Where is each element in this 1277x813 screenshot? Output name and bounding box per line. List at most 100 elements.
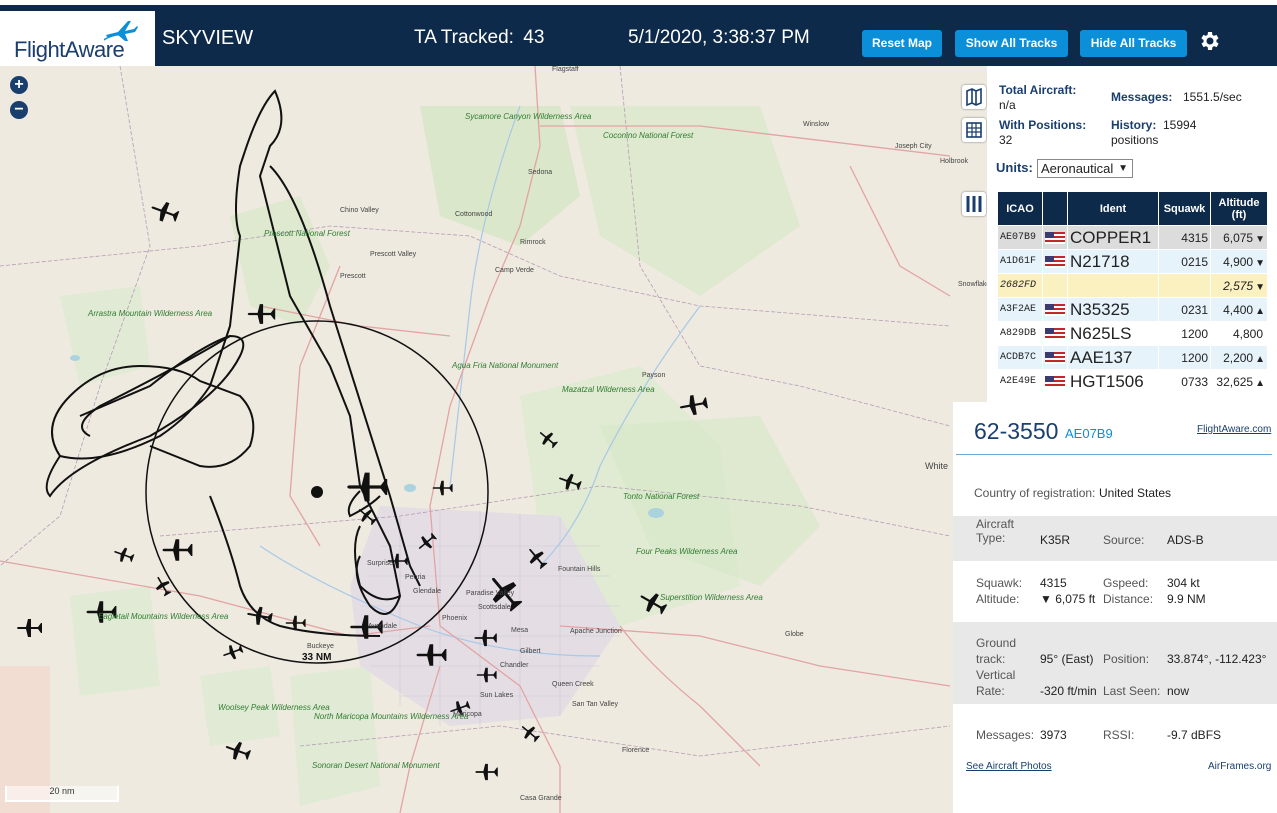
position-value: 33.874°, -112.423° [1167, 652, 1267, 666]
column-header-icao[interactable]: ICAO [997, 191, 1043, 226]
detail-messages-value: 3973 [1040, 728, 1067, 742]
icao-cell: A829DB [997, 321, 1043, 346]
total-aircraft-label: Total Aircraft: [999, 83, 1077, 97]
us-flag-icon [1045, 304, 1065, 317]
rssi-label: RSSI: [1103, 728, 1135, 742]
place-label: Chandler [500, 662, 529, 669]
messages-value: 1551.5/sec [1183, 90, 1242, 104]
altitude-cell: 2,575 ▼ [1210, 273, 1268, 298]
flag-cell [1042, 249, 1068, 274]
ident-cell: COPPER1 [1067, 225, 1159, 250]
ta-tracked-label: TA Tracked: [414, 27, 514, 48]
flag-cell [1042, 345, 1068, 370]
place-label: Camp Verde [495, 267, 534, 274]
reset-map-button[interactable]: Reset Map [862, 30, 942, 57]
altitude-cell: 2,200 ▲ [1210, 345, 1268, 370]
settings-gear-icon[interactable] [1197, 29, 1221, 53]
zoom-in-button[interactable]: + [10, 76, 28, 94]
airframes-link[interactable]: AirFrames.org [1208, 761, 1271, 772]
us-flag-icon [1045, 232, 1065, 245]
column-header-squawk[interactable]: Squawk [1158, 191, 1211, 226]
squawk-cell: 0231 [1158, 297, 1211, 322]
place-label: Flagstaff [552, 66, 579, 73]
squawk-cell [1158, 273, 1211, 298]
place-label: Fountain Hills [558, 566, 601, 573]
place-label: Payson [642, 372, 665, 379]
ground-track-label: Ground track: [976, 636, 1017, 666]
table-row[interactable]: A3F2AE N35325 0231 4,400 ▲ [997, 297, 1268, 322]
table-row[interactable]: AE07B9 COPPER1 4315 6,075 ▼ [997, 225, 1268, 250]
place-label: Phoenix [442, 615, 468, 622]
altitude-trend-icon: ▲ [1255, 353, 1265, 365]
column-header-flag[interactable] [1042, 191, 1068, 226]
table-row[interactable]: 2682FD 2,575 ▼ [997, 273, 1268, 298]
last-seen-label: Last Seen: [1103, 684, 1161, 698]
detail-messages-label: Messages: [976, 728, 1035, 742]
ident-cell: N21718 [1067, 249, 1159, 274]
squawk-cell: 0733 [1158, 369, 1211, 394]
table-row[interactable]: A1D61F N21718 0215 4,900 ▼ [997, 249, 1268, 274]
altitude-trend-icon: ▲ [1255, 377, 1265, 389]
altitude-value: 4,900 [1223, 254, 1254, 269]
squawk-cell: 1200 [1158, 321, 1211, 346]
us-flag-icon [1045, 352, 1065, 365]
with-positions-label: With Positions: [999, 118, 1087, 132]
altitude-cell: 4,400 ▲ [1210, 297, 1268, 322]
altitude-label: Altitude: [976, 592, 1020, 606]
ident-cell: AAE137 [1067, 345, 1159, 370]
table-row[interactable]: A829DB N625LS 1200 4,800 [997, 321, 1268, 346]
altitude-cell: 6,075 ▼ [1210, 225, 1268, 250]
map-layer-toggle[interactable] [962, 85, 986, 109]
aircraft-type-row: Aircraft Type: K35R Source: ADS-B [953, 516, 1277, 561]
units-selected-value: Aeronautical [1041, 161, 1114, 176]
detail-title: 62-3550 [974, 418, 1059, 444]
detail-icao: AE07B9 [1065, 426, 1113, 441]
ta-tracked-count: 43 [523, 27, 545, 48]
flightaware-link[interactable]: FlightAware.com [1197, 424, 1271, 435]
place-label: Holbrook [940, 158, 969, 165]
us-flag-icon [1045, 256, 1065, 269]
place-label: Gilbert [520, 648, 541, 655]
table-row[interactable]: ACDB7C AAE137 1200 2,200 ▲ [997, 345, 1268, 370]
gspeed-label: Gspeed: [1103, 576, 1149, 590]
grid-toggle[interactable] [962, 118, 986, 142]
area-label: Tonto National Forest [623, 492, 700, 501]
area-label: Sycamore Canyon Wilderness Area [465, 112, 592, 121]
place-label: Apache Junction [570, 628, 622, 635]
place-label: Sun Lakes [480, 692, 514, 699]
column-header-altitude[interactable]: Altitude (ft) [1210, 191, 1268, 226]
flag-cell [1042, 225, 1068, 250]
place-label: Cottonwood [455, 211, 492, 218]
country-label: Country of registration: [974, 486, 1096, 500]
total-aircraft-value: n/a [999, 98, 1016, 112]
place-label: Queen Creek [552, 681, 594, 688]
area-label: North Maricopa Mountains Wilderness Area [314, 712, 469, 721]
messages-label: Messages: [1111, 90, 1173, 104]
column-toggle[interactable] [962, 192, 986, 216]
place-label: Chino Valley [340, 207, 379, 214]
place-label: Avondale [368, 623, 397, 630]
place-label: Snowflake [958, 281, 990, 288]
aircraft-type-value: K35R [1040, 533, 1071, 547]
zoom-out-button[interactable]: − [10, 101, 28, 119]
show-all-tracks-button[interactable]: Show All Tracks [955, 30, 1068, 57]
icao-cell: ACDB7C [997, 345, 1043, 370]
rssi-value: -9.7 dBFS [1167, 728, 1222, 742]
aircraft-photos-link[interactable]: See Aircraft Photos [966, 761, 1052, 772]
units-select[interactable]: Aeronautical ▼ [1037, 159, 1133, 178]
flag-cell [1042, 273, 1068, 298]
hide-all-tracks-button[interactable]: Hide All Tracks [1080, 30, 1187, 57]
units-label: Units: [996, 160, 1033, 175]
flag-cell [1042, 297, 1068, 322]
table-row[interactable]: A2E49E HGT1506 0733 32,625 ▲ [997, 369, 1268, 394]
flightaware-logo[interactable]: FlightAware [0, 11, 155, 71]
flag-cell [1042, 321, 1068, 346]
area-label: Mazatzal Wilderness Area [562, 385, 655, 394]
history-label: History: [1111, 118, 1157, 132]
icao-cell: A1D61F [997, 249, 1043, 274]
altitude-value: 6,075 [1223, 230, 1254, 245]
place-label: Peoria [405, 574, 425, 581]
divider [956, 454, 1272, 455]
place-label: Prescott [340, 273, 366, 280]
column-header-ident[interactable]: Ident [1067, 191, 1159, 226]
